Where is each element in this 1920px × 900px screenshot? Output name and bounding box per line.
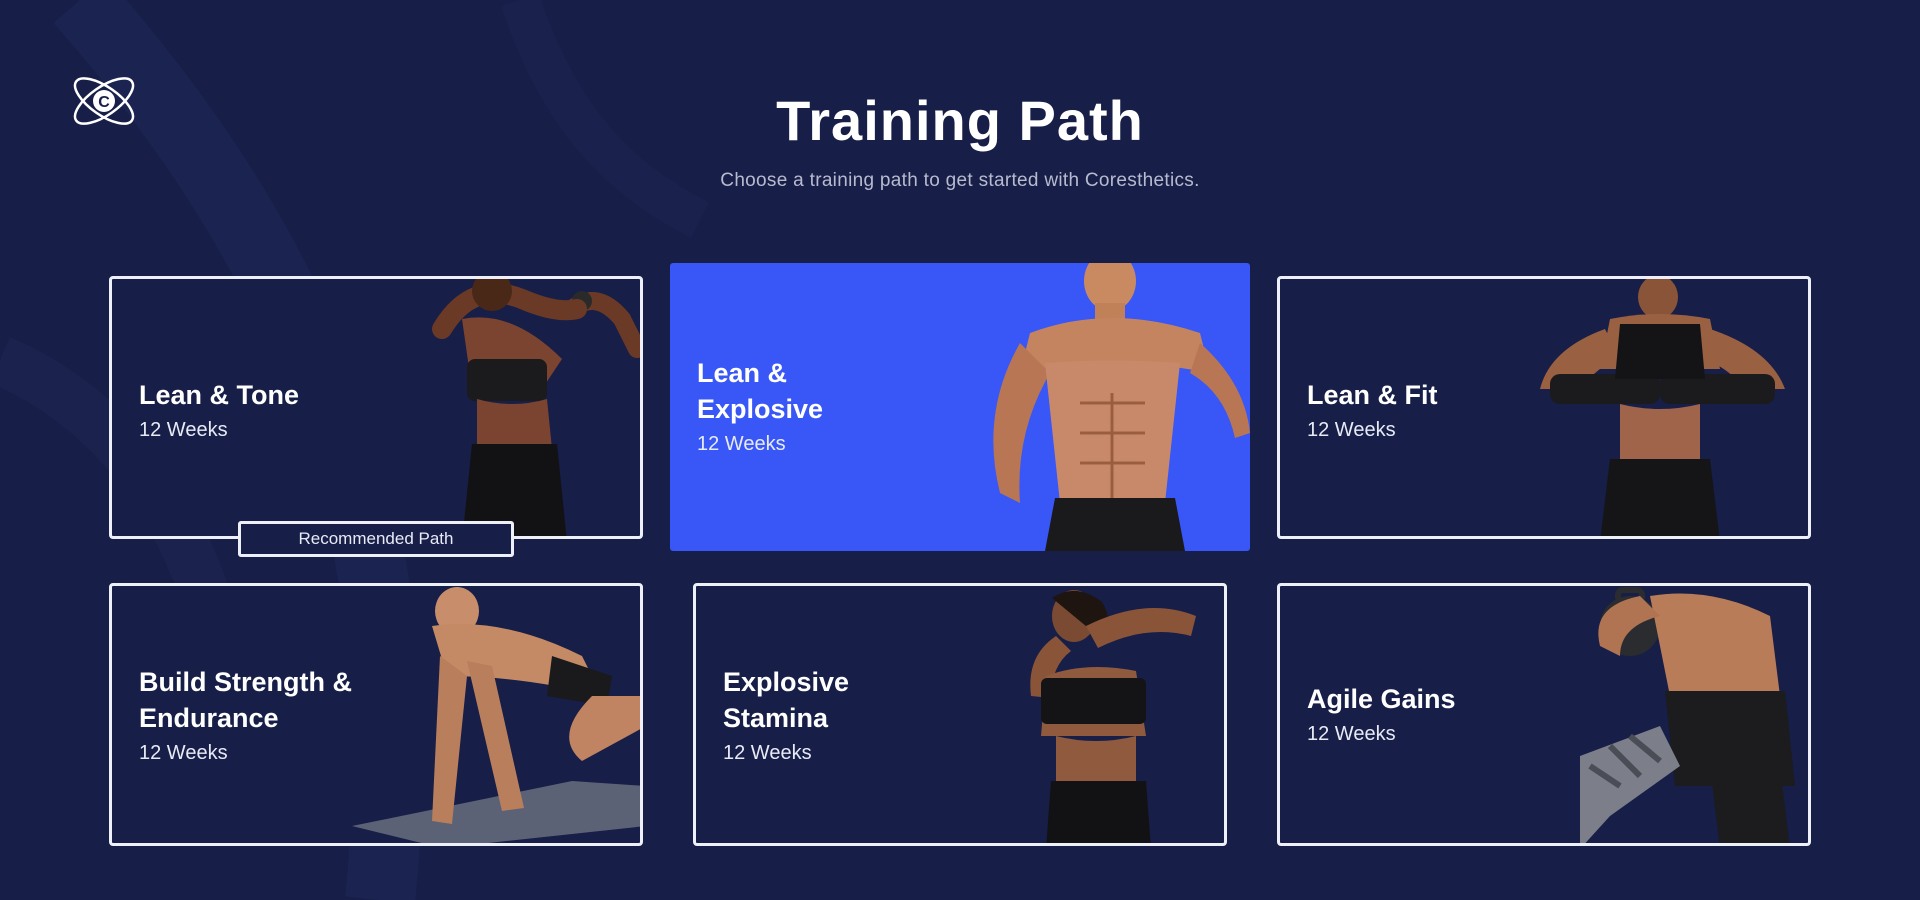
path-duration: 12 Weeks xyxy=(1307,419,1396,441)
page-title: Training Path xyxy=(776,89,1144,152)
path-card-lean-fit[interactable]: Lean & Fit 12 Weeks xyxy=(1277,276,1811,539)
muscular-man-photo xyxy=(993,263,1250,551)
path-duration: 12 Weeks xyxy=(139,419,228,441)
path-card-agile-gains[interactable]: Agile Gains 12 Weeks xyxy=(1277,583,1811,846)
path-duration: 12 Weeks xyxy=(723,742,812,764)
path-title: Lean & Explosive xyxy=(697,358,824,424)
path-duration: 12 Weeks xyxy=(1307,723,1396,745)
path-duration: 12 Weeks xyxy=(697,433,786,455)
recommended-path-badge: Recommended Path xyxy=(238,521,514,557)
kettlebell-man-photo xyxy=(1580,587,1795,843)
boxing-woman-photo xyxy=(1540,279,1785,536)
path-card-lean-explosive[interactable]: Lean & Explosive 12 Weeks xyxy=(670,263,1250,551)
page-subtitle: Choose a training path to get started wi… xyxy=(720,170,1200,191)
path-title: Build Strength & Endurance xyxy=(139,667,352,733)
stretching-woman-photo xyxy=(1030,590,1196,843)
path-title: Lean & Fit xyxy=(1307,380,1438,410)
path-title: Explosive Stamina xyxy=(723,667,850,733)
path-duration: 12 Weeks xyxy=(139,742,228,764)
path-title: Agile Gains xyxy=(1307,684,1456,714)
path-title: Lean & Tone xyxy=(139,380,300,410)
path-card-strength-endurance[interactable]: Build Strength & Endurance 12 Weeks xyxy=(109,583,643,846)
path-card-explosive-stamina[interactable]: Explosive Stamina 12 Weeks xyxy=(693,583,1227,846)
training-path-screen: C Training Path Choose a training path t… xyxy=(0,0,1920,900)
athletic-woman-photo xyxy=(432,279,640,536)
path-card-lean-tone[interactable]: Lean & Tone 12 Weeks xyxy=(109,276,643,539)
